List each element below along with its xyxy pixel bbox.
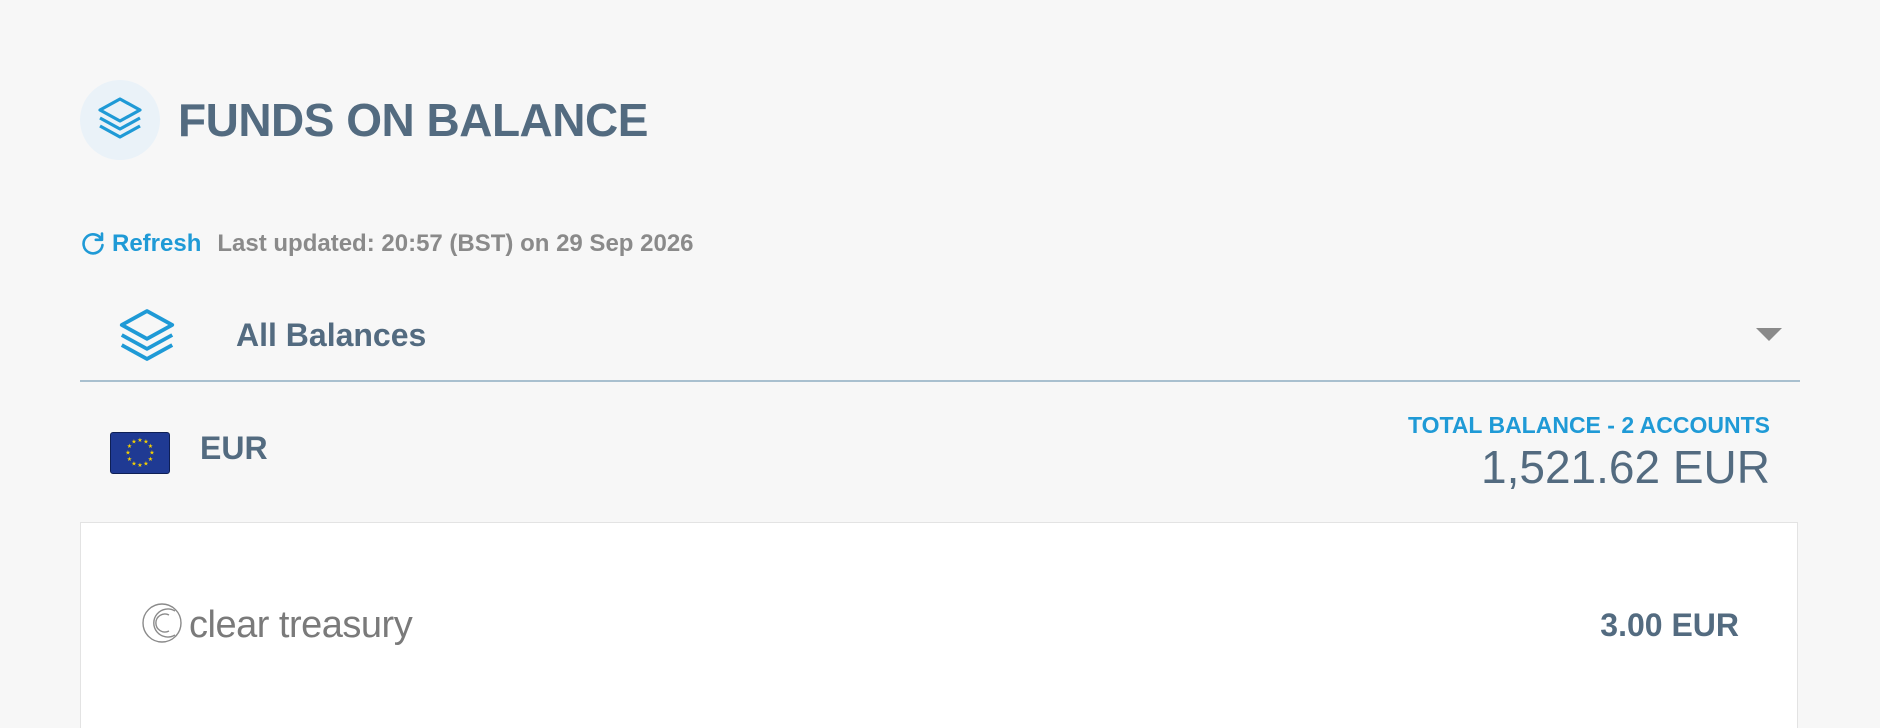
account-amount: 3.00 EUR xyxy=(1600,607,1739,643)
eu-flag-icon: ★ ★ ★ ★ ★ ★ ★ ★ ★ ★ ★ ★ xyxy=(110,432,170,474)
account-card[interactable]: clear treasury 3.00 EUR xyxy=(80,522,1798,728)
currency-code: EUR xyxy=(200,430,268,466)
refresh-icon xyxy=(80,231,106,257)
clear-treasury-logo-icon xyxy=(141,601,183,650)
dropdown-selected-value: All Balances xyxy=(236,316,427,353)
svg-text:★: ★ xyxy=(137,437,142,444)
layers-icon xyxy=(118,307,176,363)
page: FUNDS ON BALANCE Refresh Last updated: 2… xyxy=(0,0,1880,728)
chevron-down-icon[interactable] xyxy=(1756,328,1782,341)
refresh-button[interactable]: Refresh xyxy=(80,230,201,258)
refresh-row: Refresh Last updated: 20:57 (BST) on 29 … xyxy=(80,228,694,260)
last-updated-text: Last updated: 20:57 (BST) on 29 Sep 2026 xyxy=(217,230,694,257)
balance-dropdown[interactable]: All Balances xyxy=(80,290,1800,382)
header-icon-wrapper xyxy=(80,80,160,160)
provider-logo: clear treasury xyxy=(141,601,413,650)
page-title: FUNDS ON BALANCE xyxy=(178,94,648,146)
total-balance-label: TOTAL BALANCE - 2 ACCOUNTS xyxy=(1407,412,1770,438)
svg-text:★: ★ xyxy=(131,439,136,446)
provider-name: clear treasury xyxy=(189,604,413,646)
svg-text:★: ★ xyxy=(127,456,132,463)
svg-text:★: ★ xyxy=(125,450,130,457)
currency-group-header[interactable]: ★ ★ ★ ★ ★ ★ ★ ★ ★ ★ ★ ★ EUR TOTAL BALANC… xyxy=(80,382,1800,522)
refresh-label: Refresh xyxy=(112,230,202,257)
layers-icon xyxy=(97,96,143,145)
total-balance-value: 1,521.62 EUR xyxy=(1481,441,1770,493)
page-header: FUNDS ON BALANCE xyxy=(80,80,648,160)
svg-text:★: ★ xyxy=(143,461,148,468)
svg-text:★: ★ xyxy=(137,462,142,469)
